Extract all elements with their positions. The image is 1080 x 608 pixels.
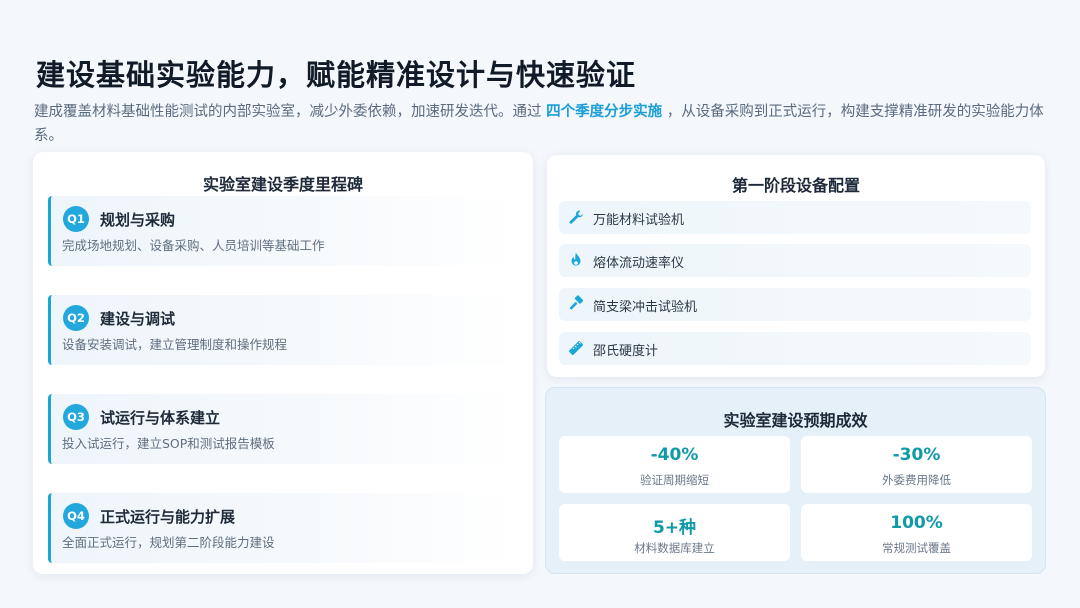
flame-icon [567,251,585,269]
equipment-label: 万能材料试验机 [593,213,685,228]
intro-text: 建成覆盖材料基础性能测试的内部实验室，减少外委依赖，加速研发迭代。通过 四个季度… [34,100,1048,148]
equipment-item: 万能材料试验机 [559,201,1031,234]
equipment-item: 熔体流动速率仪 [559,244,1031,277]
milestone-desc: 全面正式运行，规划第二阶段能力建设 [62,535,275,550]
result-tile: -30% 外委费用降低 [801,436,1032,493]
result-tile: -40% 验证周期缩短 [559,436,790,493]
milestone-desc: 设备安装调试，建立管理制度和操作规程 [62,337,288,352]
milestone-title: 规划与采购 [100,211,176,229]
result-value: 5+种 [652,518,697,538]
hammer-icon [567,295,585,313]
intro-text-before: 建成覆盖材料基础性能测试的内部实验室，减少外委依赖，加速研发迭代。通过 [34,104,547,120]
result-label: 外委费用降低 [882,473,951,487]
milestones-card: 实验室建设季度里程碑 Q1 规划与采购 完成场地规划、设备采购、人员培训等基础工… [33,152,533,574]
milestone-desc: 投入试运行，建立SOP和测试报告模板 [62,436,275,451]
equipment-item: 简支梁冲击试验机 [559,288,1031,321]
result-label: 材料数据库建立 [634,541,715,555]
results-card: 实验室建设预期成效 -40% 验证周期缩短 -30% 外委费用降低 5+种 材料… [545,387,1046,574]
results-title: 实验室建设预期成效 [723,411,868,430]
result-label: 验证周期缩短 [640,473,709,487]
equipment-label: 熔体流动速率仪 [593,256,685,271]
result-tile: 5+种 材料数据库建立 [559,504,790,561]
intro-highlight: 四个季度分步实施 [546,104,663,120]
milestone-q2: Q2 建设与调试 设备安装调试，建立管理制度和操作规程 [48,295,518,365]
equipment-label: 简支梁冲击试验机 [593,300,698,315]
milestone-q1: Q1 规划与采购 完成场地规划、设备采购、人员培训等基础工作 [48,196,518,266]
milestone-badge: Q3 [63,404,89,430]
milestone-title: 建设与调试 [100,310,176,328]
result-tile: 100% 常规测试覆盖 [801,504,1032,561]
milestone-q4: Q4 正式运行与能力扩展 全面正式运行，规划第二阶段能力建设 [48,493,518,563]
milestone-badge: Q1 [63,206,89,232]
equipment-title: 第一阶段设备配置 [731,176,860,195]
result-value: -30% [892,445,941,465]
equipment-item: 邵氏硬度计 [559,332,1031,365]
result-value: -40% [650,445,699,465]
milestone-q3: Q3 试运行与体系建立 投入试运行，建立SOP和测试报告模板 [48,394,518,464]
milestone-badge: Q2 [63,305,89,331]
milestone-title: 正式运行与能力扩展 [100,508,236,526]
milestone-badge: Q4 [63,503,89,529]
milestone-title: 试运行与体系建立 [100,409,221,427]
milestones-title: 实验室建设季度里程碑 [202,175,363,194]
result-value: 100% [890,513,943,533]
page-title: 建设基础实验能力，赋能精准设计与快速验证 [36,58,637,92]
equipment-card: 第一阶段设备配置 万能材料试验机 熔体流动速率仪 简支梁冲击试验机 邵氏硬度计 [547,155,1045,377]
result-label: 常规测试覆盖 [882,541,951,555]
wrench-icon [567,208,585,226]
milestone-desc: 完成场地规划、设备采购、人员培训等基础工作 [62,238,325,253]
equipment-label: 邵氏硬度计 [593,344,659,359]
ruler-icon [567,339,585,357]
